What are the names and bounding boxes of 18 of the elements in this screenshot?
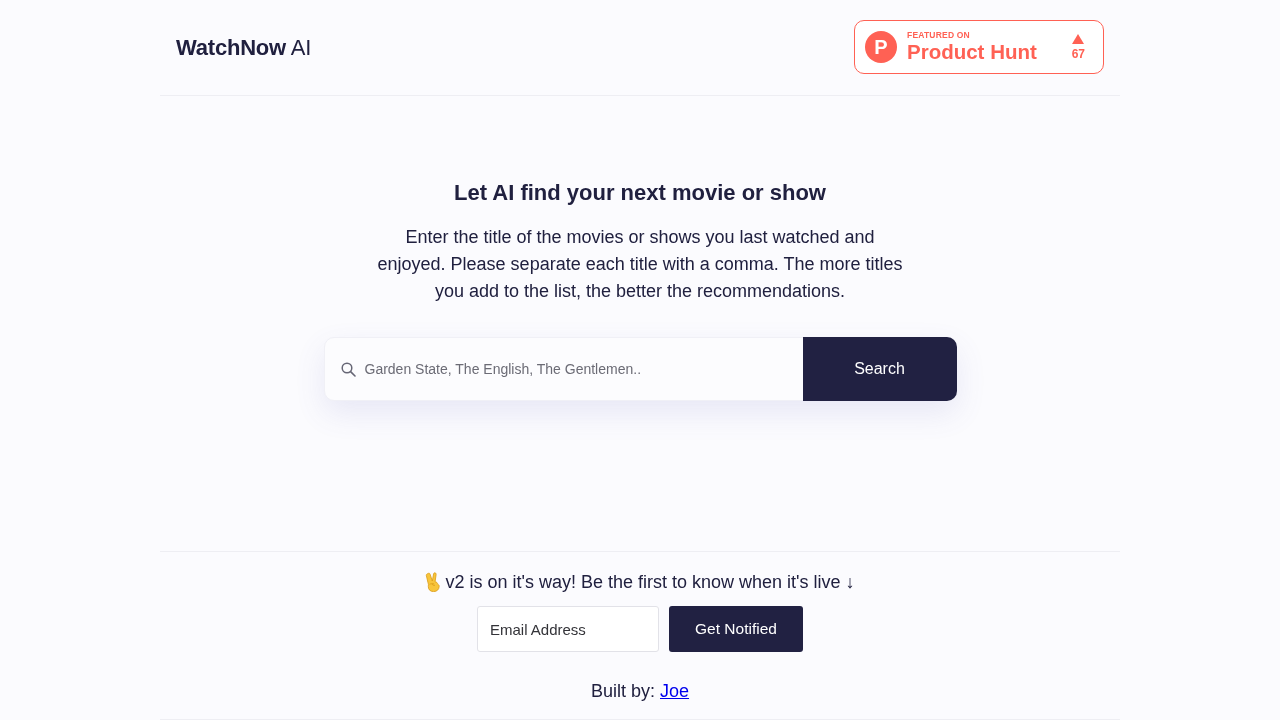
badge-kicker: FEATURED ON <box>907 31 971 40</box>
search-field[interactable]: Garden State, The English, The Gentlemen.. <box>364 338 794 400</box>
upvote-triangle-icon <box>1072 33 1085 44</box>
get-notified-button[interactable]: Get Notified <box>669 606 803 652</box>
announcement-text: v2 is on it's way! Be the first to know when it's live ↓ <box>445 571 855 594</box>
brand-logo[interactable]: WatchNow AI <box>176 31 312 64</box>
search-bar[interactable]: Garden State, The English, The Gentlemen.. Search <box>323 337 957 401</box>
hero-heading: Let AI find your next movie or show <box>454 179 826 207</box>
badge-title: Product Hunt <box>907 41 1037 62</box>
search-button[interactable]: Search <box>802 337 957 401</box>
author-link[interactable]: Joe <box>660 681 690 701</box>
search-icon <box>340 361 356 377</box>
email-field[interactable]: Email Address <box>477 606 659 652</box>
product-hunt-logo: P <box>865 30 897 63</box>
upvote-count: 67 <box>1071 47 1085 60</box>
victory-hand-icon <box>425 572 442 592</box>
credit-text: Built by: Joe <box>590 680 690 703</box>
hero-description: Enter the title of the movies or shows you last watched and enjoyed. Please separate each title with a comma. The more titles you add to the list, the better the recommendations. <box>376 226 904 303</box>
